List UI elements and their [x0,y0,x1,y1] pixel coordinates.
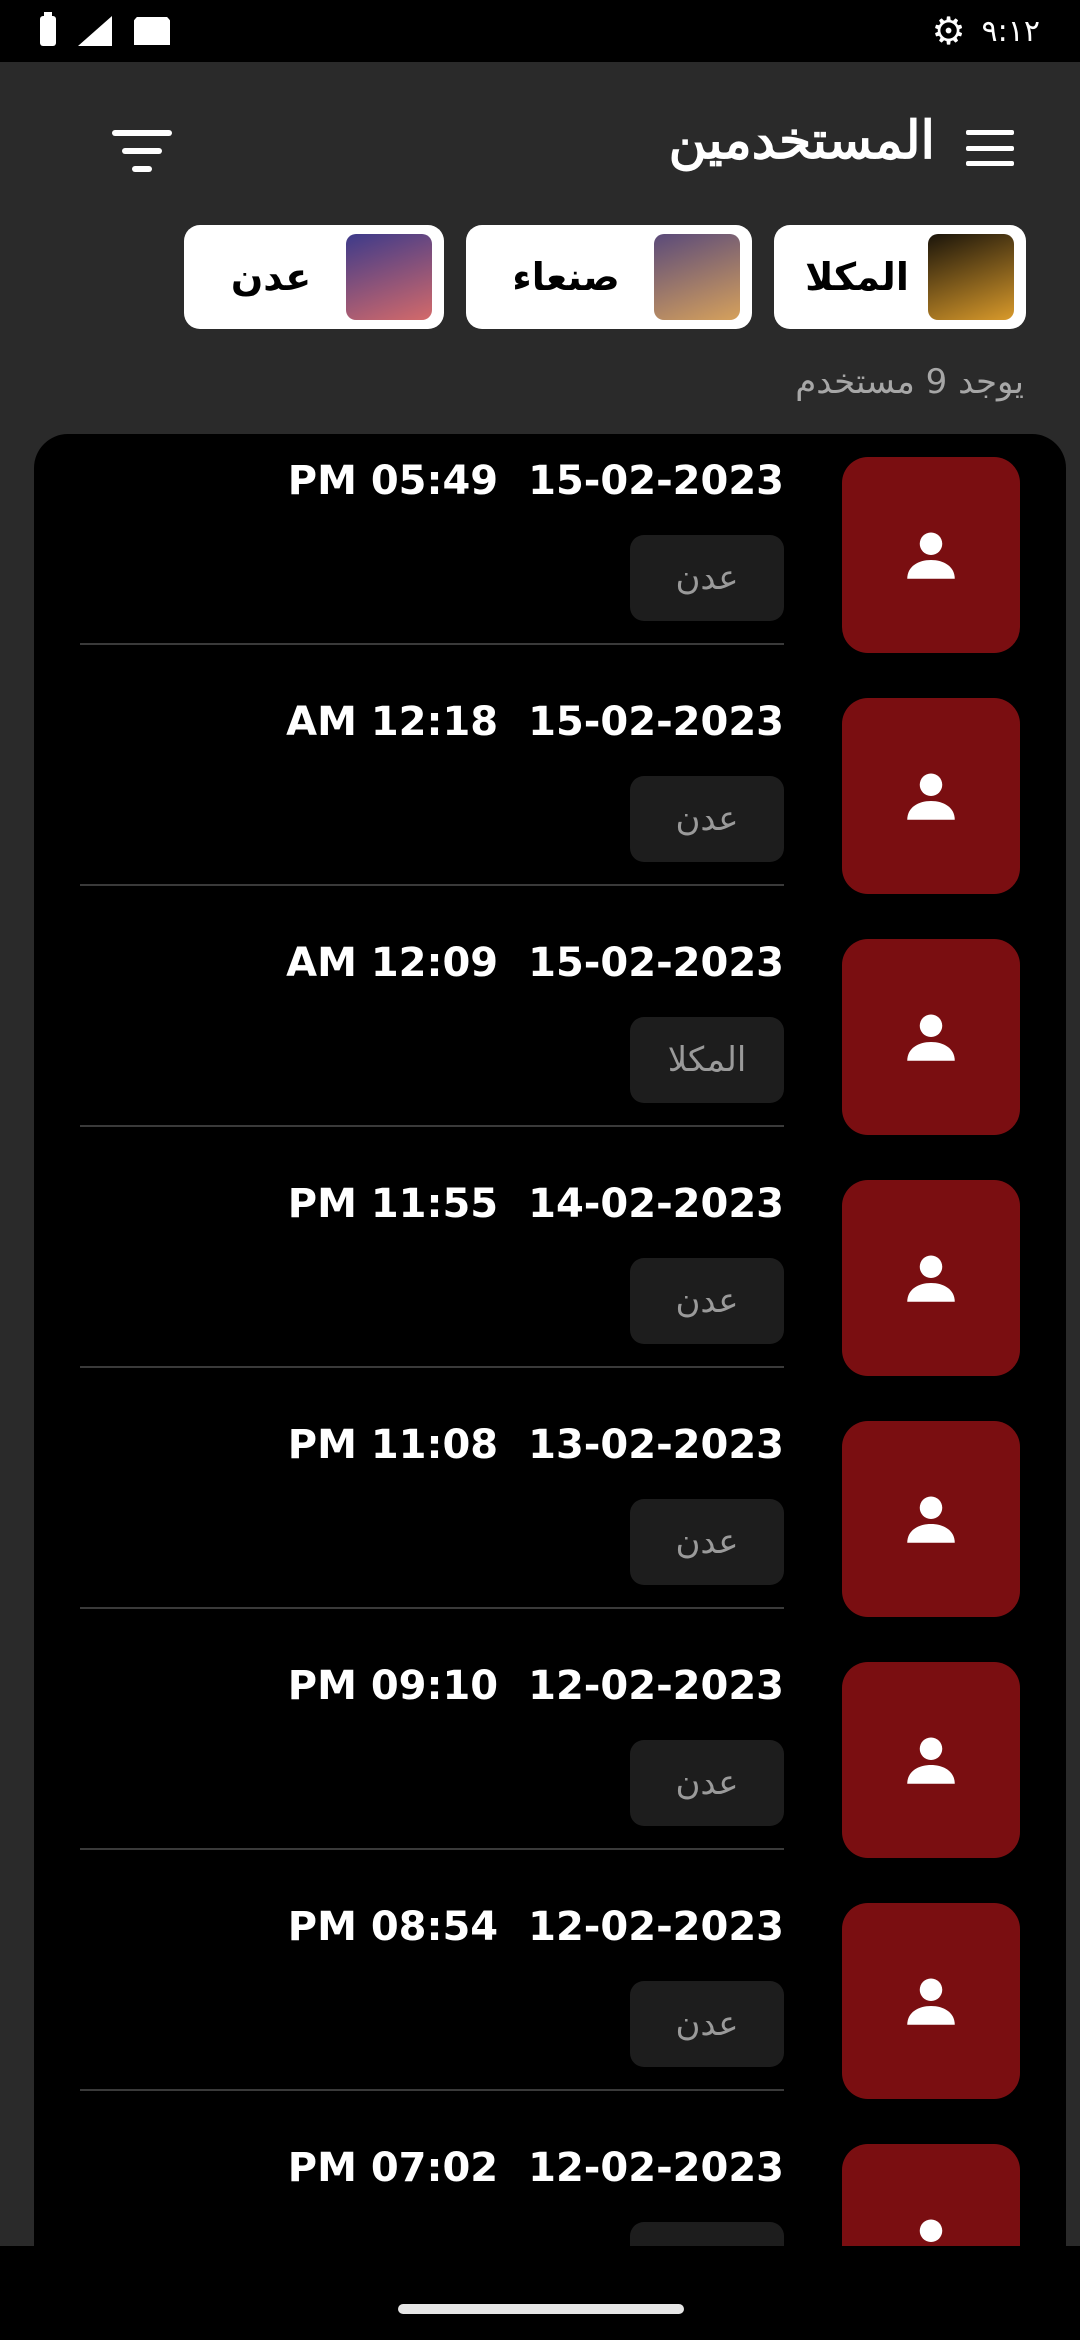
user-datetime: AM 12:18 15-02-2023 [286,699,784,745]
user-list-item[interactable]: AM 12:18 15-02-2023 عدن [34,675,1066,916]
user-datetime: AM 12:09 15-02-2023 [286,940,784,986]
user-avatar [842,1421,1020,1617]
user-avatar [842,457,1020,653]
user-date: 13-02-2023 [528,1422,784,1468]
user-count: يوجد 9 مستخدم [795,362,1024,402]
city-chip-label: صنعاء [512,255,620,299]
row-divider [80,884,784,886]
user-date: 15-02-2023 [528,940,784,986]
user-time: PM 11:08 [287,1422,499,1468]
user-datetime: PM 09:10 12-02-2023 [288,1663,784,1709]
settings-gear-icon: ⚙ [931,9,966,53]
user-time: PM 11:55 [287,1181,499,1227]
row-divider [80,1607,784,1609]
status-time: ٩:١٢ [981,13,1040,49]
user-list-item[interactable]: AM 12:09 15-02-2023 المكلا [34,916,1066,1157]
user-list-item[interactable]: PM 05:49 15-02-2023 عدن [34,434,1066,675]
city-thumbnail [346,234,432,320]
user-city-badge: عدن [630,535,784,621]
user-city-badge: عدن [630,776,784,862]
row-divider [80,643,784,645]
user-list-item[interactable]: PM 08:54 12-02-2023 عدن [34,1880,1066,2121]
filter-icon[interactable] [110,126,174,176]
person-icon [919,2219,943,2242]
page-title: المستخدمين [668,110,935,171]
city-chip-mukalla[interactable]: المكلا [774,225,1026,329]
user-date: 14-02-2023 [528,1181,784,1227]
user-city-badge: عدن [630,1740,784,1826]
user-list-item[interactable]: PM 11:08 13-02-2023 عدن [34,1398,1066,1639]
user-city-badge: عدن [630,1981,784,2067]
battery-icon [40,12,56,46]
user-datetime: PM 07:02 12-02-2023 [288,2145,784,2191]
menu-icon[interactable] [966,130,1014,166]
user-datetime: PM 11:08 13-02-2023 [288,1422,784,1468]
city-thumbnail [654,234,740,320]
person-icon [907,1014,955,1061]
status-icons-left [40,12,170,46]
user-avatar [842,1662,1020,1858]
user-time: PM 05:49 [287,458,499,504]
user-list-item[interactable]: PM 11:55 14-02-2023 عدن [34,1157,1066,1398]
user-avatar [842,939,1020,1135]
user-date: 12-02-2023 [528,2145,784,2191]
status-bar: ⚙ ٩:١٢ [0,0,1080,62]
user-date: 15-02-2023 [528,458,784,504]
status-icons-right: ⚙ ٩:١٢ [931,12,1040,50]
user-time: AM 12:09 [286,940,499,986]
user-avatar [842,1180,1020,1376]
user-city-badge: المكلا [630,1017,784,1103]
row-divider [80,1366,784,1368]
person-icon [907,1496,955,1543]
system-nav-bar [0,2246,1080,2340]
user-city-badge: عدن [630,1499,784,1585]
person-icon [907,773,955,820]
row-divider [80,2089,784,2091]
city-chip-aden[interactable]: عدن [184,225,444,329]
user-time: PM 08:54 [287,1904,499,1950]
user-time: AM 12:18 [286,699,499,745]
city-chip-label: المكلا [805,255,909,299]
person-icon [907,1737,955,1784]
person-icon [907,1255,955,1302]
home-gesture-handle[interactable] [398,2304,684,2314]
user-date: 15-02-2023 [528,699,784,745]
signal-icon [78,16,112,46]
app-header: المستخدمين [0,62,1080,232]
person-icon [907,532,955,579]
person-icon [907,1978,955,2025]
city-chip-sanaa[interactable]: صنعاء [466,225,752,329]
user-datetime: PM 05:49 15-02-2023 [288,458,784,504]
user-list-item[interactable]: PM 09:10 12-02-2023 عدن [34,1639,1066,1880]
city-filter-chips: المكلا صنعاء عدن [0,225,1080,329]
user-city-badge [630,2222,784,2246]
row-divider [80,1125,784,1127]
city-thumbnail [928,234,1014,320]
user-datetime: PM 08:54 12-02-2023 [288,1904,784,1950]
user-avatar [842,698,1020,894]
user-list-item[interactable]: PM 07:02 12-02-2023 [34,2121,1066,2246]
user-city-badge: عدن [630,1258,784,1344]
row-divider [80,1848,784,1850]
user-list[interactable]: PM 05:49 15-02-2023 عدن AM 12:18 15-02-2023 ع… [34,434,1066,2246]
wifi-icon [134,17,170,45]
user-date: 12-02-2023 [528,1663,784,1709]
city-chip-label: عدن [230,255,312,299]
user-date: 12-02-2023 [528,1904,784,1950]
user-datetime: PM 11:55 14-02-2023 [288,1181,784,1227]
user-time: PM 09:10 [287,1663,499,1709]
user-avatar [842,1903,1020,2099]
user-avatar [842,2144,1020,2246]
user-time: PM 07:02 [287,2145,499,2191]
